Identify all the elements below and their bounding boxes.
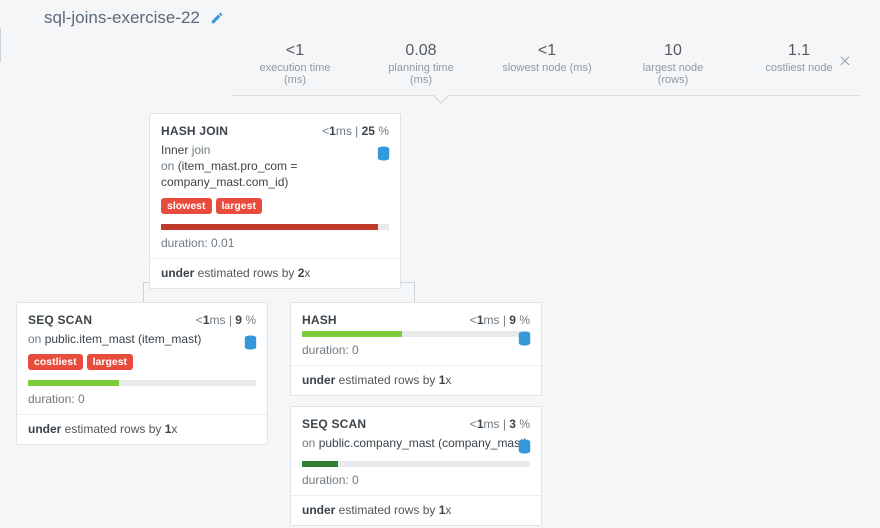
stat-value: 1.1 (754, 42, 844, 60)
duration-bar (302, 331, 530, 337)
separator (291, 495, 541, 496)
node-detail: Inner join (161, 142, 389, 158)
duration-text: duration: 0 (28, 392, 256, 406)
node-time: <1ms | 25 % (322, 124, 389, 138)
plan-node-hash-join[interactable]: HASH JOIN <1ms | 25 % Inner join on (ite… (149, 113, 401, 289)
stat-label: costliest node (754, 62, 844, 74)
plan-node-hash[interactable]: HASH <1ms | 9 % duration: 0 under estima… (290, 302, 542, 396)
node-tags: slowest largest (161, 198, 389, 214)
node-time: <1ms | 3 % (470, 417, 530, 431)
stat-label: execution time (ms) (250, 62, 340, 86)
stat-slowest-node: <1 slowest node (ms) (502, 42, 592, 95)
stat-label: slowest node (ms) (502, 62, 592, 74)
duration-bar-fill (302, 331, 402, 337)
title-row: sql-joins-exercise-22 (0, 0, 880, 28)
stat-largest-node: 10 largest node (rows) (628, 42, 718, 95)
node-header: HASH JOIN <1ms | 25 % (161, 124, 389, 138)
node-header: SEQ SCAN <1ms | 9 % (28, 313, 256, 327)
node-detail: on public.item_mast (item_mast) (28, 331, 256, 347)
node-header: SEQ SCAN <1ms | 3 % (302, 417, 530, 431)
duration-bar-fill (302, 461, 338, 467)
duration-bar (28, 380, 256, 386)
separator (17, 414, 267, 415)
stat-costliest-node: 1.1 costliest node (754, 42, 844, 95)
node-detail: on (item_mast.pro_com = company_mast.com… (161, 158, 389, 190)
duration-text: duration: 0 (302, 343, 530, 357)
stat-label: largest node (rows) (628, 62, 718, 86)
stat-label: planning time (ms) (376, 62, 466, 86)
duration-text: duration: 0 (302, 473, 530, 487)
connector (0, 28, 1, 40)
duration-bar (161, 224, 389, 230)
node-detail: on public.company_mast (company_mast) (302, 435, 530, 451)
edit-icon[interactable] (210, 11, 224, 25)
node-type: HASH JOIN (161, 124, 228, 138)
node-time: <1ms | 9 % (196, 313, 256, 327)
estimation-text: under estimated rows by 1x (302, 503, 530, 517)
tag-largest: largest (87, 354, 133, 370)
estimation-text: under estimated rows by 1x (302, 373, 530, 387)
stat-value: <1 (250, 42, 340, 60)
database-icon (244, 335, 257, 350)
pointer-triangle (432, 95, 450, 104)
node-type: SEQ SCAN (302, 417, 366, 431)
duration-bar-fill (28, 380, 119, 386)
connector (0, 40, 1, 62)
node-time: <1ms | 9 % (470, 313, 530, 327)
stats-bar: <1 execution time (ms) 0.08 planning tim… (232, 34, 860, 96)
stat-planning-time: 0.08 planning time (ms) (376, 42, 466, 95)
stat-value: 0.08 (376, 42, 466, 60)
duration-text: duration: 0.01 (161, 236, 389, 250)
estimation-text: under estimated rows by 1x (28, 422, 256, 436)
tag-slowest: slowest (161, 198, 212, 214)
database-icon (377, 146, 390, 161)
stat-value: 10 (628, 42, 718, 60)
duration-bar (302, 461, 530, 467)
node-tags: costliest largest (28, 354, 256, 370)
separator (150, 258, 400, 259)
tag-largest: largest (216, 198, 262, 214)
duration-bar-fill (161, 224, 378, 230)
estimation-text: under estimated rows by 2x (161, 266, 389, 280)
database-icon (518, 331, 531, 346)
page-title: sql-joins-exercise-22 (44, 8, 200, 28)
stat-execution-time: <1 execution time (ms) (250, 42, 340, 95)
stat-value: <1 (502, 42, 592, 60)
database-icon (518, 439, 531, 454)
separator (291, 365, 541, 366)
node-header: HASH <1ms | 9 % (302, 313, 530, 327)
plan-node-seq-scan-item-mast[interactable]: SEQ SCAN <1ms | 9 % on public.item_mast … (16, 302, 268, 445)
close-icon[interactable] (838, 53, 852, 67)
tag-costliest: costliest (28, 354, 83, 370)
plan-node-seq-scan-company-mast[interactable]: SEQ SCAN <1ms | 3 % on public.company_ma… (290, 406, 542, 526)
node-type: HASH (302, 313, 337, 327)
node-type: SEQ SCAN (28, 313, 92, 327)
